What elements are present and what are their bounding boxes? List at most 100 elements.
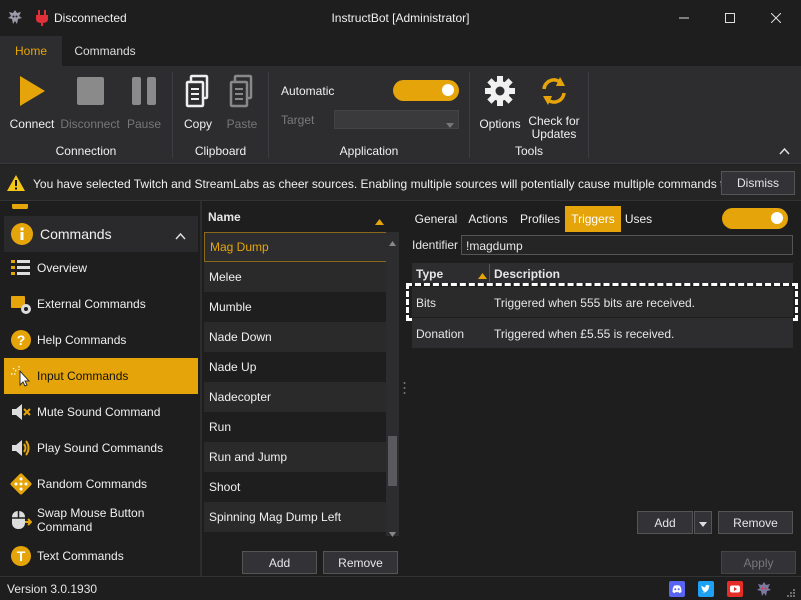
- tab-home[interactable]: Home: [0, 36, 62, 66]
- app-logo-icon[interactable]: [756, 581, 772, 597]
- identifier-field[interactable]: !magdump: [461, 235, 793, 255]
- sidebar: Commands Overview External Commands ? He…: [0, 201, 201, 576]
- list-scrollbar[interactable]: [386, 232, 399, 537]
- add-command-button[interactable]: Add: [242, 551, 317, 574]
- apply-button[interactable]: Apply: [721, 551, 796, 574]
- tab-commands[interactable]: Commands: [62, 36, 148, 66]
- add-trigger-button[interactable]: Add: [637, 511, 693, 534]
- triggers-table-header: Type Description: [412, 263, 793, 283]
- tab-actions[interactable]: Actions: [463, 206, 513, 232]
- list-item[interactable]: Run: [204, 412, 387, 442]
- help-icon: ?: [10, 329, 32, 351]
- scrollbar-thumb[interactable]: [388, 436, 397, 486]
- scroll-up-icon[interactable]: [389, 235, 396, 249]
- maximize-button[interactable]: [707, 0, 753, 36]
- identifier-label: Identifier: [412, 238, 459, 252]
- group-label-tools: Tools: [514, 144, 543, 158]
- sidebar-section-commands[interactable]: Commands: [4, 216, 198, 252]
- tab-profiles[interactable]: Profiles: [515, 206, 565, 232]
- sidebar-item-text-commands[interactable]: T Text Commands: [4, 538, 198, 574]
- sidebar-item-help-commands[interactable]: ? Help Commands: [4, 322, 198, 358]
- sort-ascending-icon: [375, 214, 384, 228]
- svg-text:?: ?: [17, 332, 26, 348]
- column-header-type[interactable]: Type: [416, 267, 443, 281]
- add-trigger-dropdown[interactable]: [694, 511, 712, 534]
- tab-triggers[interactable]: Triggers: [565, 206, 621, 232]
- close-button[interactable]: [753, 0, 799, 36]
- column-header-description[interactable]: Description: [494, 267, 560, 281]
- list-item[interactable]: Mumble: [204, 292, 387, 322]
- table-row[interactable]: Donation Triggered when £5.55 is receive…: [412, 318, 793, 348]
- connect-button[interactable]: Connect: [6, 74, 58, 131]
- automatic-toggle[interactable]: [393, 80, 459, 101]
- resize-grip-icon[interactable]: [786, 587, 796, 600]
- scroll-down-icon[interactable]: [389, 526, 396, 540]
- pause-button[interactable]: Pause: [122, 74, 166, 131]
- text-icon: T: [10, 545, 32, 567]
- speaker-icon: [10, 437, 32, 459]
- minimize-button[interactable]: [661, 0, 707, 36]
- panel-splitter[interactable]: [401, 201, 408, 576]
- discord-icon[interactable]: [669, 581, 685, 597]
- list-item[interactable]: Nade Down: [204, 322, 387, 352]
- tab-uses[interactable]: Uses: [621, 206, 656, 232]
- sidebar-item-play-sound-commands[interactable]: Play Sound Commands: [4, 430, 198, 466]
- mute-icon: [10, 401, 32, 423]
- refresh-icon: [538, 74, 570, 111]
- warning-banner: You have selected Twitch and StreamLabs …: [0, 165, 801, 201]
- collapse-ribbon-icon[interactable]: [779, 144, 790, 158]
- youtube-icon[interactable]: [727, 581, 743, 597]
- sidebar-item-swap-mouse-button-command[interactable]: Swap Mouse Button Command: [4, 502, 198, 538]
- list-item[interactable]: Melee: [204, 262, 387, 292]
- group-label-application: Application: [339, 144, 399, 158]
- svg-text:T: T: [17, 548, 26, 564]
- toggle-knob: [442, 84, 454, 96]
- group-label-connection: Connection: [55, 144, 117, 158]
- options-button[interactable]: Options: [478, 74, 522, 131]
- highlight-box: [406, 283, 798, 321]
- list-item[interactable]: Mag Dump: [204, 232, 387, 262]
- column-divider: [489, 264, 490, 282]
- list-item[interactable]: Spinning Mag Dump Left: [204, 502, 387, 532]
- sidebar-item-input-commands[interactable]: Input Commands: [4, 358, 198, 394]
- status-bar: Version 3.0.1930: [0, 576, 801, 600]
- external-icon: [10, 293, 32, 315]
- list-item[interactable]: Run and Jump: [204, 442, 387, 472]
- copy-button[interactable]: Copy: [178, 74, 218, 131]
- twitter-icon[interactable]: [698, 581, 714, 597]
- column-header-name[interactable]: Name: [204, 207, 387, 227]
- partial-icon: [10, 201, 30, 209]
- sidebar-item-overview[interactable]: Overview: [4, 250, 198, 286]
- chevron-down-icon: [699, 516, 707, 530]
- chevron-up-icon: [175, 229, 186, 243]
- stop-icon: [75, 74, 105, 111]
- dismiss-button[interactable]: Dismiss: [721, 171, 795, 195]
- command-detail-panel: General Actions Profiles Triggers Uses I…: [406, 201, 801, 576]
- disconnect-button[interactable]: Disconnect: [60, 74, 120, 131]
- automatic-label: Automatic: [281, 84, 335, 98]
- warning-text: You have selected Twitch and StreamLabs …: [33, 177, 761, 191]
- info-icon: [10, 222, 34, 246]
- trigger-type: Donation: [416, 327, 465, 341]
- paste-icon: [227, 74, 257, 111]
- group-label-clipboard: Clipboard: [194, 144, 247, 158]
- sidebar-item-mute-sound-command[interactable]: Mute Sound Command: [4, 394, 198, 430]
- target-select[interactable]: [334, 110, 459, 129]
- command-enabled-toggle[interactable]: [722, 208, 788, 229]
- remove-trigger-button[interactable]: Remove: [718, 511, 793, 534]
- ribbon-tab-bar: Home Commands: [0, 36, 801, 66]
- remove-command-button[interactable]: Remove: [323, 551, 398, 574]
- sidebar-item-random-commands[interactable]: Random Commands: [4, 466, 198, 502]
- copy-icon: [183, 74, 213, 111]
- list-item[interactable]: Shoot: [204, 472, 387, 502]
- paste-button[interactable]: Paste: [222, 74, 262, 131]
- list-item[interactable]: Nadecopter: [204, 382, 387, 412]
- title-bar: Disconnected InstructBot [Administrator]: [0, 0, 801, 36]
- sidebar-item-external-commands[interactable]: External Commands: [4, 286, 198, 322]
- play-icon: [17, 74, 47, 111]
- grip-icon: [403, 381, 406, 398]
- check-for-updates-button[interactable]: Check for Updates: [526, 74, 582, 141]
- trigger-description: Triggered when £5.55 is received.: [494, 327, 675, 341]
- tab-general[interactable]: General: [411, 206, 461, 232]
- list-item[interactable]: Nade Up: [204, 352, 387, 382]
